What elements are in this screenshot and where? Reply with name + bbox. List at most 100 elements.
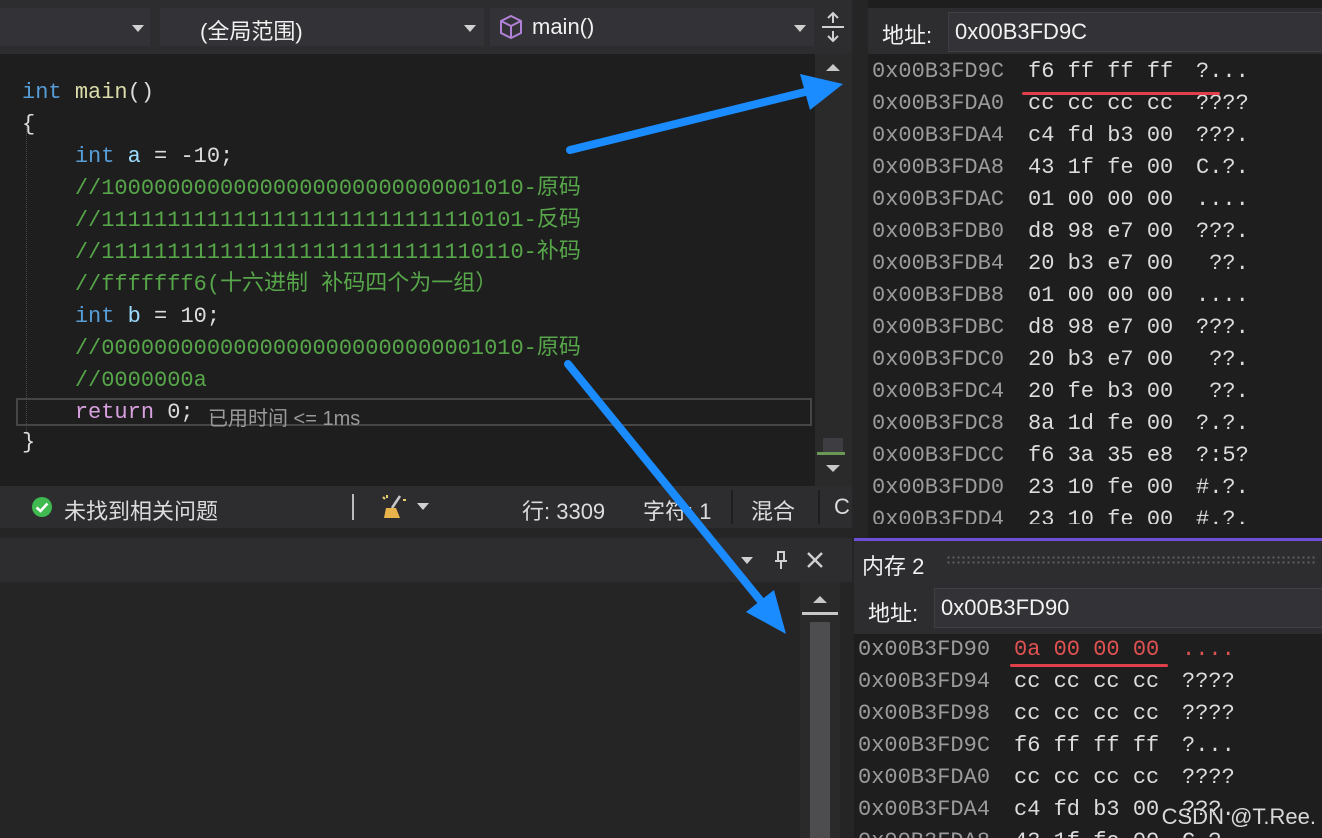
code-line[interactable]: int a = -10; bbox=[22, 142, 233, 172]
code-line[interactable]: int b = 10; bbox=[22, 302, 220, 332]
memory-bytes[interactable]: 0a 00 00 00 bbox=[1014, 634, 1159, 666]
line-ending-mode[interactable]: 混合 bbox=[751, 494, 795, 526]
code-line[interactable]: //10000000000000000000000000001010-原码 bbox=[22, 174, 581, 204]
memory-ascii[interactable]: ?.?. bbox=[1196, 408, 1249, 440]
memory-ascii[interactable]: ???. bbox=[1196, 312, 1249, 344]
memory-bytes[interactable]: f6 3a 35 e8 bbox=[1028, 440, 1173, 472]
issues-status[interactable]: 未找到相关问题 bbox=[64, 494, 218, 526]
memory-ascii[interactable]: ???. bbox=[1196, 120, 1249, 152]
memory-ascii[interactable]: ???? bbox=[1182, 666, 1235, 698]
code-line[interactable]: //11111111111111111111111111110101-反码 bbox=[22, 206, 581, 236]
scroll-down-icon[interactable] bbox=[823, 462, 843, 476]
address-input[interactable]: 0x00B3FD90 bbox=[934, 588, 1322, 628]
memory-address[interactable]: 0x00B3FDBC bbox=[872, 312, 1004, 344]
memory-bytes[interactable]: cc cc cc cc bbox=[1014, 698, 1159, 730]
code-line[interactable]: //11111111111111111111111111110110-补码 bbox=[22, 238, 581, 268]
memory-ascii[interactable]: ???. bbox=[1196, 216, 1249, 248]
memory-bytes[interactable]: 20 b3 e7 00 bbox=[1028, 248, 1173, 280]
memory-bytes[interactable]: c4 fd b3 00 bbox=[1014, 794, 1159, 826]
memory-address[interactable]: 0x00B3FDA0 bbox=[858, 762, 990, 794]
memory-ascii[interactable]: ???? bbox=[1182, 698, 1235, 730]
scrollbar-thumb[interactable] bbox=[823, 438, 843, 452]
memory-address[interactable]: 0x00B3FDA8 bbox=[858, 826, 990, 838]
scroll-up-icon[interactable] bbox=[823, 60, 843, 74]
memory-ascii[interactable]: ?... bbox=[1182, 730, 1235, 762]
memory-address[interactable]: 0x00B3FDC4 bbox=[872, 376, 1004, 408]
memory-bytes[interactable]: 43 1f fe 00 bbox=[1014, 826, 1159, 838]
memory-address[interactable]: 0x00B3FD94 bbox=[858, 666, 990, 698]
pin-icon[interactable] bbox=[770, 549, 792, 571]
code-line[interactable]: //0000000a bbox=[22, 366, 207, 396]
chevron-down-icon[interactable] bbox=[417, 503, 429, 510]
memory-bytes[interactable]: d8 98 e7 00 bbox=[1028, 312, 1173, 344]
memory-bytes[interactable]: 43 1f fe 00 bbox=[1028, 152, 1173, 184]
memory-address[interactable]: 0x00B3FDB8 bbox=[872, 280, 1004, 312]
memory-bytes[interactable]: 20 b3 e7 00 bbox=[1028, 344, 1173, 376]
memory-address[interactable]: 0x00B3FD90 bbox=[858, 634, 990, 666]
memory-address[interactable]: 0x00B3FDD0 bbox=[872, 472, 1004, 504]
memory-2-tab-header[interactable]: 内存 2 bbox=[854, 538, 1322, 582]
memory-address[interactable]: 0x00B3FDA8 bbox=[872, 152, 1004, 184]
address-input[interactable]: 0x00B3FD9C bbox=[948, 12, 1322, 52]
memory-bytes[interactable]: 23 10 fe 00 bbox=[1028, 504, 1173, 524]
memory-bytes[interactable]: c4 fd b3 00 bbox=[1028, 120, 1173, 152]
project-dropdown[interactable] bbox=[0, 8, 150, 46]
char-number-indicator[interactable]: 字符: 1 bbox=[643, 494, 711, 526]
memory-ascii[interactable]: ???? bbox=[1182, 762, 1235, 794]
memory-bytes[interactable]: 8a 1d fe 00 bbox=[1028, 408, 1173, 440]
output-panel-body[interactable] bbox=[0, 582, 800, 838]
memory-bytes[interactable]: 01 00 00 00 bbox=[1028, 184, 1173, 216]
code-line[interactable]: return 0; bbox=[22, 398, 194, 428]
memory-address[interactable]: 0x00B3FDA0 bbox=[872, 88, 1004, 120]
split-editor-button[interactable] bbox=[816, 8, 850, 46]
memory-bytes[interactable]: cc cc cc cc bbox=[1014, 762, 1159, 794]
code-line[interactable]: int main() bbox=[22, 78, 154, 108]
encoding-mode[interactable]: C bbox=[834, 494, 850, 520]
memory-bytes[interactable]: f6 ff ff ff bbox=[1014, 730, 1159, 762]
horizontal-splitter[interactable] bbox=[0, 528, 852, 538]
memory-ascii[interactable]: ?:5? bbox=[1196, 440, 1249, 472]
drag-grip[interactable] bbox=[946, 555, 1316, 565]
memory-address[interactable]: 0x00B3FDC8 bbox=[872, 408, 1004, 440]
memory-address[interactable]: 0x00B3FDAC bbox=[872, 184, 1004, 216]
memory-address[interactable]: 0x00B3FDC0 bbox=[872, 344, 1004, 376]
memory-bytes[interactable]: d8 98 e7 00 bbox=[1028, 216, 1173, 248]
function-dropdown[interactable]: main() bbox=[490, 8, 814, 46]
close-icon[interactable] bbox=[804, 549, 826, 571]
memory-address[interactable]: 0x00B3FD98 bbox=[858, 698, 990, 730]
memory-bytes[interactable]: cc cc cc cc bbox=[1014, 666, 1159, 698]
editor-scrollbar[interactable] bbox=[815, 54, 852, 486]
code-line[interactable]: //fffffff6(十六进制 补码四个为一组） bbox=[22, 270, 497, 300]
output-panel-scrollbar[interactable] bbox=[800, 582, 840, 838]
memory-address[interactable]: 0x00B3FDB4 bbox=[872, 248, 1004, 280]
line-number-indicator[interactable]: 行: 3309 bbox=[522, 494, 605, 526]
memory-ascii[interactable]: C.?. bbox=[1196, 152, 1249, 184]
memory-address[interactable]: 0x00B3FD9C bbox=[872, 56, 1004, 88]
memory-address[interactable]: 0x00B3FD9C bbox=[858, 730, 990, 762]
memory-ascii[interactable]: #.?. bbox=[1196, 472, 1249, 504]
scope-dropdown[interactable]: (全局范围) bbox=[160, 8, 484, 46]
scroll-up-icon[interactable] bbox=[810, 592, 830, 606]
memory-ascii[interactable]: .... bbox=[1196, 280, 1249, 312]
code-cleanup-broom-icon[interactable] bbox=[380, 492, 410, 522]
memory-bytes[interactable]: f6 ff ff ff bbox=[1028, 56, 1173, 88]
scrollbar-thumb[interactable] bbox=[810, 622, 830, 838]
memory-address[interactable]: 0x00B3FDA4 bbox=[872, 120, 1004, 152]
memory-ascii[interactable]: ??. bbox=[1196, 376, 1249, 408]
memory-address[interactable]: 0x00B3FDD4 bbox=[872, 504, 1004, 524]
code-editor[interactable]: int main() { int a = -10; //1000000000000… bbox=[0, 54, 815, 486]
code-line[interactable]: { bbox=[22, 110, 35, 140]
chevron-down-icon[interactable] bbox=[741, 557, 753, 564]
code-line[interactable]: } bbox=[22, 428, 35, 458]
memory-address[interactable]: 0x00B3FDB0 bbox=[872, 216, 1004, 248]
memory-ascii[interactable]: ??. bbox=[1196, 344, 1249, 376]
memory-bytes[interactable]: 20 fe b3 00 bbox=[1028, 376, 1173, 408]
memory-address[interactable]: 0x00B3FDA4 bbox=[858, 794, 990, 826]
memory-ascii[interactable]: ?... bbox=[1196, 56, 1249, 88]
memory-ascii[interactable]: #.?. bbox=[1196, 504, 1249, 524]
memory-bytes[interactable]: 01 00 00 00 bbox=[1028, 280, 1173, 312]
code-line[interactable]: //00000000000000000000000000001010-原码 bbox=[22, 334, 581, 364]
memory-bytes[interactable]: 23 10 fe 00 bbox=[1028, 472, 1173, 504]
memory-ascii[interactable]: .... bbox=[1196, 184, 1249, 216]
memory-ascii[interactable]: ??. bbox=[1196, 248, 1249, 280]
